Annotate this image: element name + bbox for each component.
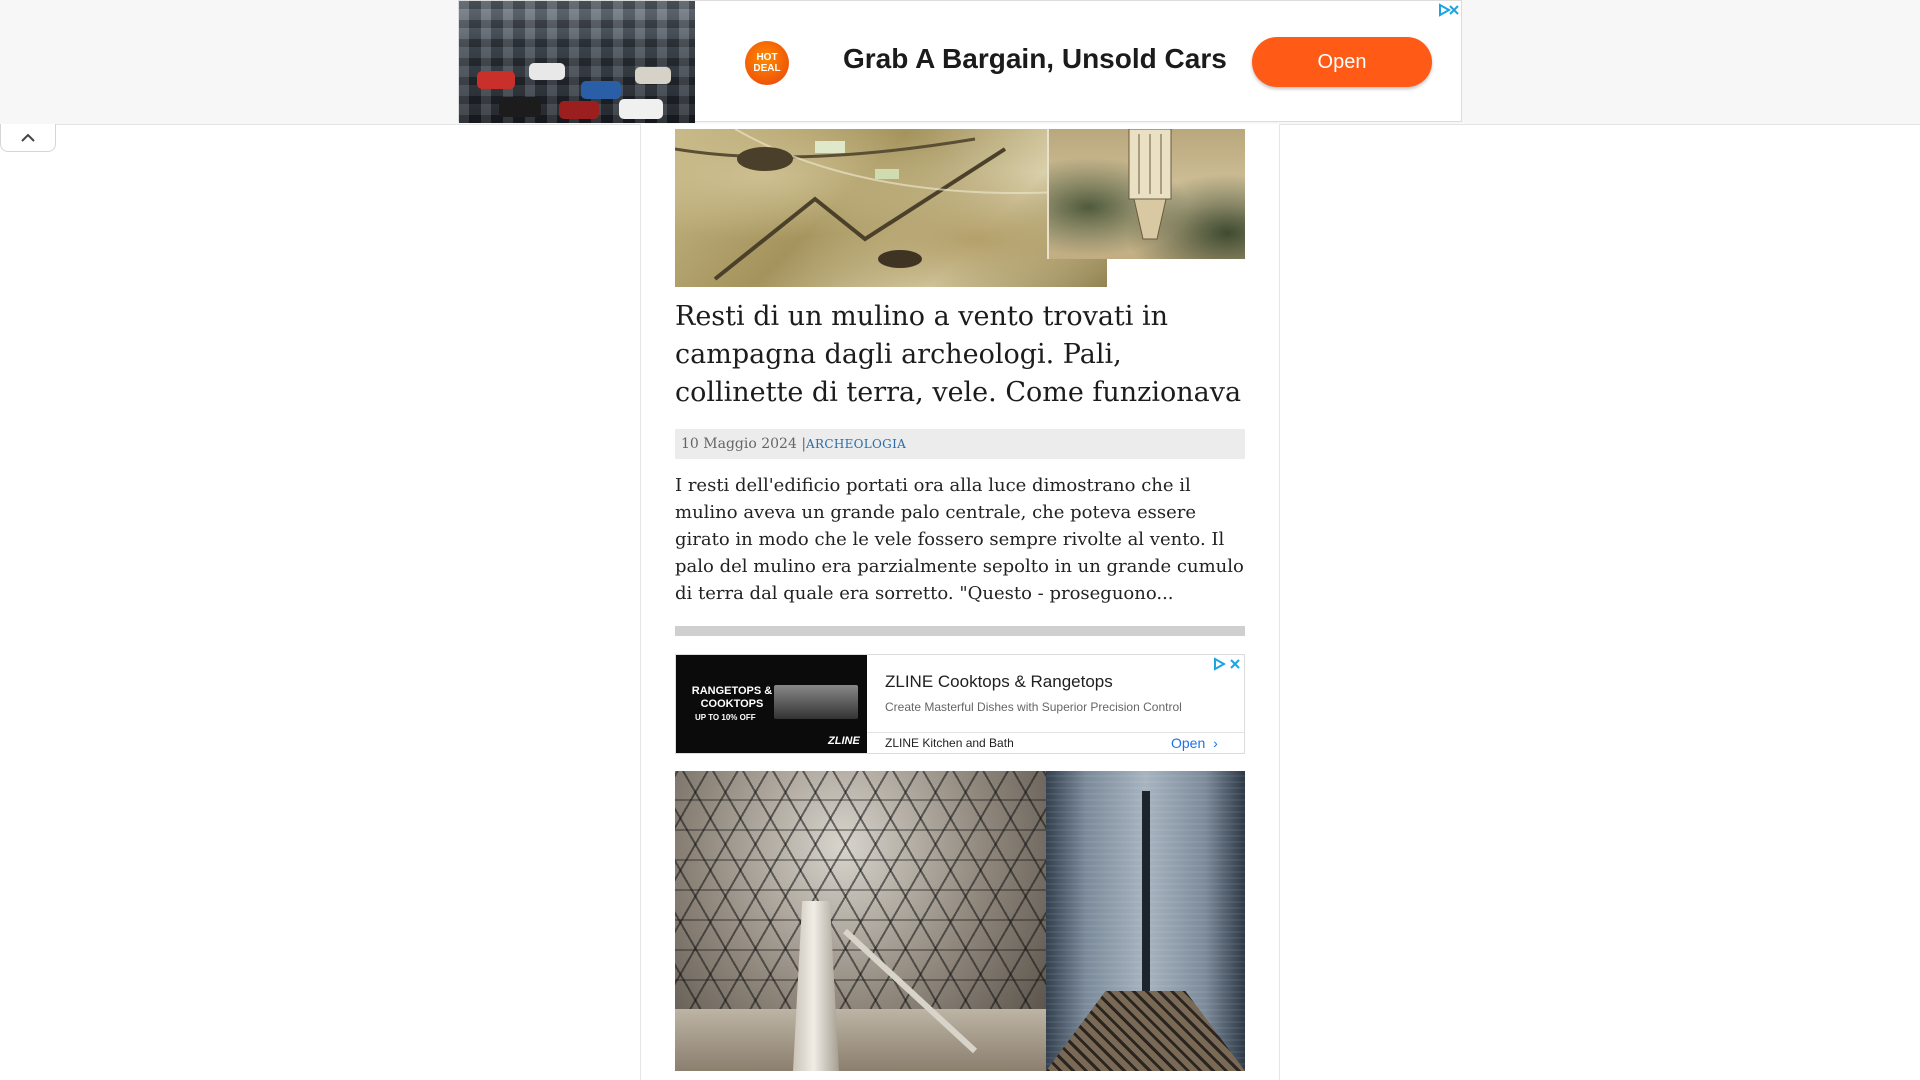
article-meta: 10 Maggio 2024 |ARCHEOLOGIA	[675, 429, 1245, 459]
inline-ad-subtitle: Create Masterful Dishes with Superior Pr…	[885, 700, 1182, 714]
chevron-up-icon	[20, 128, 36, 147]
chevron-right-icon: ›	[1213, 735, 1218, 751]
silo-floor-pattern	[1046, 991, 1245, 1071]
ad-open-button[interactable]: Open	[1252, 37, 1432, 87]
inline-ad-open-button[interactable]: Open ›	[1171, 735, 1218, 751]
section-divider	[675, 626, 1245, 636]
stove-graphic	[774, 685, 858, 719]
inline-ad-image-offer: UP TO 10% OFF	[695, 713, 756, 722]
next-article-image[interactable]	[675, 771, 1245, 1071]
category-link[interactable]: ARCHEOLOGIA	[806, 437, 906, 451]
ad-headline[interactable]: Grab A Bargain, Unsold Cars	[843, 43, 1227, 75]
aerial-excavation-image	[675, 129, 1107, 287]
inline-ad-image[interactable]: RANGETOPS & COOKTOPS UP TO 10% OFF ZLINE	[676, 655, 867, 753]
inline-ad-brand-logo: ZLINE	[828, 735, 860, 747]
dome-interior-image	[675, 771, 1046, 1071]
article-date: 10 Maggio 2024	[681, 436, 797, 452]
article-title[interactable]: Resti di un mulino a vento trovati in ca…	[675, 298, 1250, 412]
article-excerpt: I resti dell'edificio portati ora alla l…	[675, 475, 1244, 604]
inline-ad-title[interactable]: ZLINE Cooktops & Rangetops	[885, 672, 1113, 692]
windmill-manuscript-image	[1047, 129, 1245, 259]
tall-silo-interior-image	[1046, 771, 1245, 1071]
hot-deal-logo-text: HOT DEAL	[753, 52, 781, 74]
inline-ad[interactable]: RANGETOPS & COOKTOPS UP TO 10% OFF ZLINE…	[675, 654, 1245, 754]
top-ad-bar: HOT DEAL Grab A Bargain, Unsold Cars Ope…	[0, 0, 1920, 125]
adchoices-icon[interactable]	[1212, 657, 1227, 671]
close-icon[interactable]	[1228, 657, 1242, 671]
collapse-ad-button[interactable]	[0, 124, 56, 152]
inline-ad-open-label: Open	[1171, 735, 1206, 751]
inline-ad-advertiser: ZLINE Kitchen and Bath	[885, 736, 1014, 750]
silo-shaft	[1142, 791, 1150, 991]
inline-ad-image-headline: RANGETOPS & COOKTOPS	[691, 685, 773, 710]
close-icon[interactable]	[1447, 3, 1461, 17]
hot-deal-logo: HOT DEAL	[745, 41, 789, 85]
inline-ad-divider	[867, 732, 1244, 733]
ad-car-lot-image[interactable]	[459, 1, 695, 123]
top-ad-banner[interactable]: HOT DEAL Grab A Bargain, Unsold Cars Ope…	[458, 0, 1462, 123]
article-featured-image[interactable]	[675, 129, 1245, 287]
